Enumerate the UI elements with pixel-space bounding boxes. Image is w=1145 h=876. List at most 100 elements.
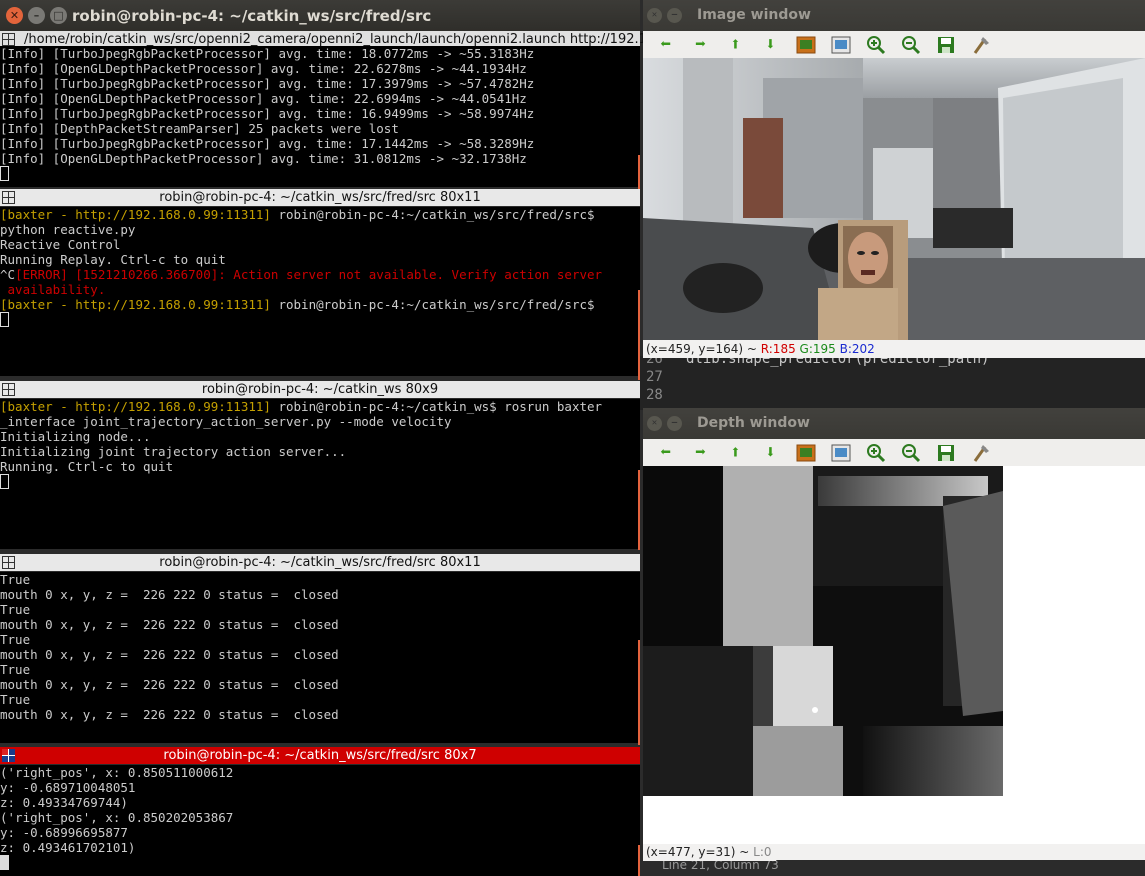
pane-divider[interactable] [638,640,640,745]
save-image-icon[interactable] [789,33,822,57]
output-line: [Info] [TurboJpegRgbPacketProcessor] avg… [0,46,535,61]
prompt-user: robin@robin-pc-4:~/catkin_ws/src/fred/sr… [270,207,595,222]
close-button[interactable]: ✕ [647,8,662,23]
zoom-fit-icon[interactable] [824,441,857,465]
terminal-grid-icon [2,749,15,762]
output-line: Running. Ctrl-c to quit [0,459,174,474]
pane1-output: [Info] [TurboJpegRgbPacketProcessor] avg… [0,46,640,166]
cursor-position: (x=459, y=164) ~ [646,342,761,356]
arrow-down-icon[interactable]: ⬇ [754,441,787,465]
maximize-button[interactable]: □ [50,7,67,24]
terminal-pane-2[interactable]: [baxter - http://192.168.0.99:11311] rob… [0,207,640,376]
minimize-button[interactable]: – [28,7,45,24]
arrow-right-icon[interactable]: ➡ [684,33,717,57]
arrow-left-icon[interactable]: ⬅ [649,33,682,57]
prompt-user: robin@robin-pc-4:~/catkin_ws$ rosrun bax… [270,399,603,414]
output-line: [Info] [TurboJpegRgbPacketProcessor] avg… [0,76,535,91]
terminal-titlebar[interactable]: ✕ – □ robin@robin-pc-4: ~/catkin_ws/src/… [0,0,640,31]
output-line: z: 0.49334769744) [0,795,128,810]
output-line: True [0,662,31,677]
pixel-red: R:185 [760,342,796,356]
save-icon[interactable] [929,441,962,465]
output-line: [Info] [TurboJpegRgbPacketProcessor] avg… [0,106,535,121]
camera-scene [643,58,1145,340]
output-line: True [0,602,31,617]
prompt-env: [baxter - http://192.168.0.99:11311] [0,207,271,222]
error-message: [ERROR] [1521210266.366700]: Action serv… [15,267,603,282]
depth-toolbar: ⬅ ➡ ⬆ ⬇ [643,439,1145,466]
pane5-titlebar[interactable]: robin@robin-pc-4: ~/catkin_ws/src/fred/s… [0,747,640,764]
arrow-up-icon[interactable]: ⬆ [719,441,752,465]
terminal-pane-1[interactable]: [Info] [TurboJpegRgbPacketProcessor] avg… [0,46,640,187]
pane4-titlebar[interactable]: robin@robin-pc-4: ~/catkin_ws/src/fred/s… [0,554,640,571]
terminal-pane-5[interactable]: ('right_pos', x: 0.850511000612 y: -0.689… [0,765,640,876]
terminal-grid-icon [2,33,15,46]
image-window-titlebar[interactable]: ✕ – Image window [643,0,1145,31]
camera-image[interactable] [643,58,1145,340]
window-title: robin@robin-pc-4: ~/catkin_ws/src/fred/s… [72,7,432,25]
terminal-cursor [0,855,9,870]
terminal-pane-4[interactable]: True mouth 0 x, y, z = 226 222 0 status =… [0,572,640,743]
output-line: mouth 0 x, y, z = 226 222 0 status = clo… [0,617,339,632]
terminal-pane-3[interactable]: [baxter - http://192.168.0.99:11311] rob… [0,399,640,549]
editor-line-number: 27 [646,369,663,385]
depth-window-titlebar[interactable]: ✕ – Depth window [643,408,1145,439]
output-line: True [0,692,31,707]
arrow-left-icon[interactable]: ⬅ [649,441,682,465]
pane-divider[interactable] [638,470,640,550]
zoom-in-icon[interactable] [859,33,892,57]
terminal-cursor [0,166,9,181]
output-line: y: -0.68996695877 [0,825,128,840]
pane5-title: robin@robin-pc-4: ~/catkin_ws/src/fred/s… [163,748,477,763]
pane1-path: /home/robin/catkin_ws/src/openni2_camera… [24,32,647,47]
zoom-in-icon[interactable] [859,441,892,465]
output-line: [Info] [OpenGLDepthPacketProcessor] avg.… [0,91,527,106]
error-message-cont: availability. [0,282,106,297]
output-line: [Info] [OpenGLDepthPacketProcessor] avg.… [0,151,527,166]
arrow-right-icon[interactable]: ➡ [684,441,717,465]
pane4-output: True mouth 0 x, y, z = 226 222 0 status =… [0,572,640,722]
command-line: _interface joint_trajectory_action_serve… [0,414,452,429]
output-line: Initializing node... [0,429,151,444]
properties-icon[interactable] [964,441,997,465]
command-line: python reactive.py [0,222,136,237]
output-line: [Info] [DepthPacketStreamParser] 25 pack… [0,121,399,136]
image-status: (x=459, y=164) ~ R:185 G:195 B:202 [643,341,1145,358]
pane4-title: robin@robin-pc-4: ~/catkin_ws/src/fred/s… [159,555,481,570]
pane5-output: ('right_pos', x: 0.850511000612 y: -0.689… [0,765,640,855]
output-line: z: 0.493461702101) [0,840,136,855]
arrow-down-icon[interactable]: ⬇ [754,33,787,57]
pixel-luminance: L:0 [753,845,772,859]
pane-divider[interactable] [638,155,640,189]
interrupt-marker: ^C [0,267,16,282]
minimize-button[interactable]: – [667,416,682,431]
zoom-out-icon[interactable] [894,33,927,57]
depth-image[interactable] [643,466,1145,844]
properties-icon[interactable] [964,33,997,57]
pane2-title: robin@robin-pc-4: ~/catkin_ws/src/fred/s… [159,190,481,205]
zoom-out-icon[interactable] [894,441,927,465]
close-button[interactable]: ✕ [6,7,23,24]
output-line: ('right_pos', x: 0.850202053867 [0,810,234,825]
pane2-titlebar[interactable]: robin@robin-pc-4: ~/catkin_ws/src/fred/s… [0,189,640,206]
save-image-icon[interactable] [789,441,822,465]
zoom-fit-icon[interactable] [824,33,857,57]
output-line: Reactive Control [0,237,121,252]
cursor-position: (x=477, y=31) ~ [646,845,754,859]
save-icon[interactable] [929,33,962,57]
minimize-button[interactable]: – [667,8,682,23]
output-line: [Info] [OpenGLDepthPacketProcessor] avg.… [0,61,527,76]
depth-window-title: Depth window [697,415,810,431]
pane3-titlebar[interactable]: robin@robin-pc-4: ~/catkin_ws 80x9 [0,381,640,398]
depth-window[interactable]: ✕ – Depth window ⬅ ➡ ⬆ ⬇ (x=477, y=31) ~… [643,408,1145,861]
arrow-up-icon[interactable]: ⬆ [719,33,752,57]
terminal-grid-icon [2,191,15,204]
output-line: [Info] [TurboJpegRgbPacketProcessor] avg… [0,136,535,151]
prompt-user: robin@robin-pc-4:~/catkin_ws/src/fred/sr… [270,297,595,312]
close-button[interactable]: ✕ [647,416,662,431]
output-line: mouth 0 x, y, z = 226 222 0 status = clo… [0,677,339,692]
image-window[interactable]: ✕ – Image window ⬅ ➡ ⬆ ⬇ (x=459, y=164) … [643,0,1145,358]
terminal-grid-icon [2,383,15,396]
pixel-blue: B:202 [839,342,875,356]
editor-line-number: 28 [646,387,663,403]
